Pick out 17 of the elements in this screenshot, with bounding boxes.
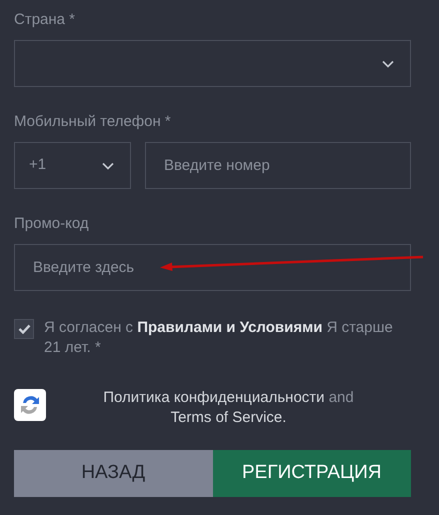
country-code-select[interactable]: +1 (14, 142, 131, 189)
checkmark-icon (18, 324, 30, 334)
phone-input[interactable]: Введите номер (145, 142, 411, 189)
promo-input[interactable]: Введите здесь (14, 244, 411, 291)
register-button[interactable]: РЕГИСТРАЦИЯ (212, 450, 411, 497)
agree-checkbox[interactable] (14, 319, 34, 339)
privacy-policy-link[interactable]: Политика конфиденциальности (103, 389, 325, 406)
chevron-down-icon (382, 60, 394, 68)
back-button[interactable]: НАЗАД (14, 450, 212, 497)
terms-link[interactable]: Terms of Service. (170, 409, 286, 426)
chevron-down-icon (102, 162, 114, 170)
and-text: and (328, 389, 354, 406)
field-label: Страна * (14, 10, 76, 30)
field-label: Промо-код (14, 214, 90, 234)
recaptcha-icon (14, 389, 46, 421)
field-label: Мобильный телефон * (14, 112, 172, 132)
agreement-text: Я согласен с Правилами и Условиями Я старше 21 лет. * (44, 318, 394, 358)
